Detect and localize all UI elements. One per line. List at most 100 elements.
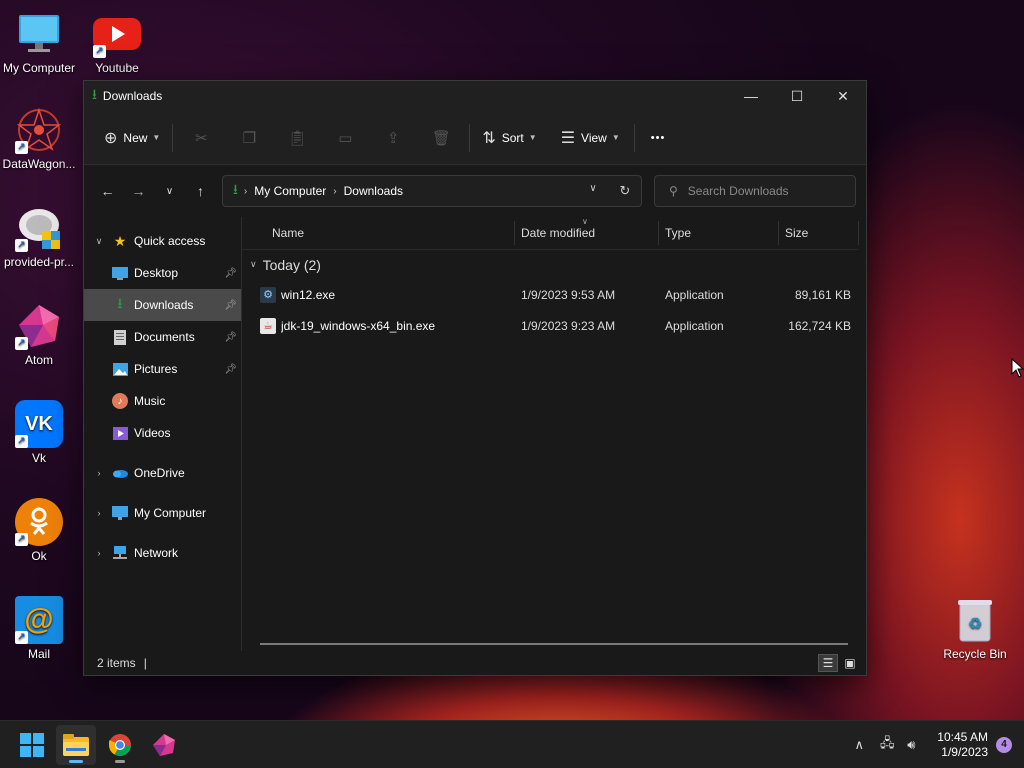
column-label: Size — [785, 226, 809, 240]
nav-label: My Computer — [134, 506, 207, 520]
nav-label: OneDrive — [134, 466, 185, 480]
details-view-button[interactable]: ☰ — [818, 654, 838, 672]
nav-network[interactable]: › Network — [84, 537, 241, 569]
desktop-icon-provided[interactable]: ↗ provided-pr... — [0, 204, 78, 269]
file-row[interactable]: ⚙ win12.exe 1/9/2023 9:53 AM Application… — [242, 279, 866, 310]
horizontal-scrollbar[interactable] — [260, 643, 848, 645]
close-button[interactable]: ✕ — [820, 81, 866, 111]
mail-icon: @ ↗ — [15, 596, 63, 644]
chevron-right-icon[interactable]: › — [92, 508, 106, 518]
mouse-pointer-icon — [1011, 358, 1024, 378]
file-date: 1/9/2023 9:53 AM — [521, 287, 616, 302]
column-header-row: ∨ Name Date modified Type Size — [242, 217, 866, 249]
maximize-button[interactable]: ☐ — [774, 81, 820, 111]
desktop-icon-ok[interactable]: ↗ Ok — [0, 498, 78, 563]
odnoklassniki-icon: ↗ — [15, 498, 63, 546]
desktop-icon-label: Ok — [31, 549, 47, 563]
content-area: ∨ ★ Quick access Desktop 📌︎ ⭳ Downloads … — [84, 217, 866, 651]
taskbar-file-explorer[interactable] — [56, 724, 96, 765]
chevron-down-icon: ▼ — [152, 133, 161, 142]
title-bar[interactable]: ⭳ Downloads — ☐ ✕ — [84, 81, 866, 111]
address-bar[interactable]: ⭳ › My Computer › Downloads ∨ ↻ — [222, 175, 642, 207]
desktop-icon-my-computer[interactable]: My Computer — [0, 10, 78, 75]
column-header-type[interactable]: Type — [659, 221, 779, 245]
nav-videos[interactable]: Videos — [84, 417, 241, 449]
start-button[interactable] — [12, 725, 52, 765]
paste-button[interactable]: 📋︎ — [273, 122, 321, 154]
system-tray: ∧ 🖧︎ 🔊︎ 10:45 AM 1/9/2023 4 — [847, 730, 1024, 760]
breadcrumb-my-computer[interactable]: My Computer — [254, 184, 326, 198]
chevron-right-icon[interactable]: › — [92, 468, 106, 478]
file-row[interactable]: ☕︎ jdk-19_windows-x64_bin.exe 1/9/2023 9… — [242, 310, 866, 341]
desktop-icon-youtube[interactable]: ↗ Youtube — [78, 10, 156, 75]
vk-icon: VK ↗ — [15, 400, 63, 448]
application-icon: ⚙ — [260, 286, 276, 303]
recent-locations-button[interactable]: ∨ — [154, 175, 185, 207]
nav-onedrive[interactable]: › OneDrive — [84, 457, 241, 489]
delete-button[interactable]: 🗑︎ — [417, 122, 465, 154]
nav-quick-access[interactable]: ∨ ★ Quick access — [84, 225, 241, 257]
atom-icon — [153, 733, 175, 756]
shortcut-arrow-icon: ↗ — [15, 533, 28, 546]
desktop-icon-vk[interactable]: VK ↗ Vk — [0, 400, 78, 465]
divider — [469, 123, 471, 152]
nav-pictures[interactable]: Pictures 📌︎ — [84, 353, 241, 385]
sort-button[interactable]: ⇅ Sort ▼ — [474, 122, 544, 154]
up-button[interactable]: ↑ — [185, 175, 216, 207]
scissors-icon: ✂ — [195, 129, 208, 147]
rename-button[interactable]: ▭ — [321, 122, 369, 154]
show-hidden-icons-button[interactable]: ∧ — [847, 737, 871, 753]
large-icons-view-button[interactable]: ▣ — [840, 654, 860, 672]
trash-icon: 🗑︎ — [431, 129, 451, 147]
star-icon: ★ — [113, 232, 127, 249]
group-header-today[interactable]: ∨ Today (2) — [242, 249, 858, 279]
view-button[interactable]: ☰ View ▼ — [553, 122, 628, 154]
taskbar-chrome[interactable] — [100, 725, 140, 765]
sort-icon: ⇅ — [482, 129, 496, 147]
rename-icon: ▭ — [338, 129, 353, 147]
refresh-button[interactable]: ↻ — [609, 183, 641, 199]
minimize-button[interactable]: — — [728, 81, 774, 111]
clock[interactable]: 10:45 AM 1/9/2023 — [937, 730, 988, 760]
network-status-icon[interactable]: 🖧︎ — [875, 734, 899, 756]
chevron-right-icon: › — [333, 185, 337, 197]
desktop-icon-recycle-bin[interactable]: ♻ Recycle Bin — [936, 596, 1014, 661]
nav-documents[interactable]: Documents 📌︎ — [84, 321, 241, 353]
address-history-button[interactable]: ∨ — [577, 183, 609, 199]
chevron-down-icon[interactable]: ∨ — [92, 236, 106, 247]
column-header-name[interactable]: Name — [272, 221, 515, 245]
divider — [172, 123, 174, 152]
nav-my-computer[interactable]: › My Computer — [84, 497, 241, 529]
status-bar: 2 items | ☰ ▣ — [84, 651, 866, 675]
ellipsis-icon: ••• — [650, 131, 666, 144]
cut-button[interactable]: ✂ — [177, 122, 225, 154]
shortcut-arrow-icon: ↗ — [15, 631, 28, 644]
new-button[interactable]: ⊕ New ▼ — [96, 122, 168, 154]
volume-icon[interactable]: 🔊︎ — [899, 737, 923, 753]
notification-badge[interactable]: 4 — [996, 736, 1012, 753]
nav-label: Desktop — [134, 266, 179, 280]
forward-button[interactable]: → — [123, 175, 154, 207]
chevron-right-icon[interactable]: › — [92, 548, 106, 558]
desktop-icon-atom[interactable]: ↗ Atom — [0, 302, 78, 367]
taskbar-atom[interactable] — [144, 725, 184, 765]
search-icon: ⚲ — [669, 184, 678, 198]
search-box[interactable]: ⚲ — [654, 175, 856, 207]
copy-button[interactable]: ❐ — [225, 122, 273, 154]
column-header-size[interactable]: Size — [779, 221, 859, 245]
item-count: 2 items — [97, 656, 136, 670]
download-icon: ⭳ — [92, 86, 97, 102]
more-options-button[interactable]: ••• — [643, 122, 674, 154]
nav-downloads[interactable]: ⭳ Downloads 📌︎ — [84, 289, 241, 321]
desktop-icon-datawagon[interactable]: ↗ DataWagon... — [0, 106, 78, 171]
back-button[interactable]: ← — [92, 175, 123, 207]
share-button[interactable]: ⇪ — [369, 122, 417, 154]
search-input[interactable] — [687, 184, 838, 198]
plus-circle-icon: ⊕ — [104, 129, 118, 147]
nav-desktop[interactable]: Desktop 📌︎ — [84, 257, 241, 289]
breadcrumb-downloads[interactable]: Downloads — [344, 184, 403, 198]
windows-logo-icon — [20, 732, 44, 757]
nav-music[interactable]: ♪ Music — [84, 385, 241, 417]
shortcut-arrow-icon: ↗ — [15, 141, 28, 154]
desktop-icon-mail[interactable]: @ ↗ Mail — [0, 596, 78, 661]
